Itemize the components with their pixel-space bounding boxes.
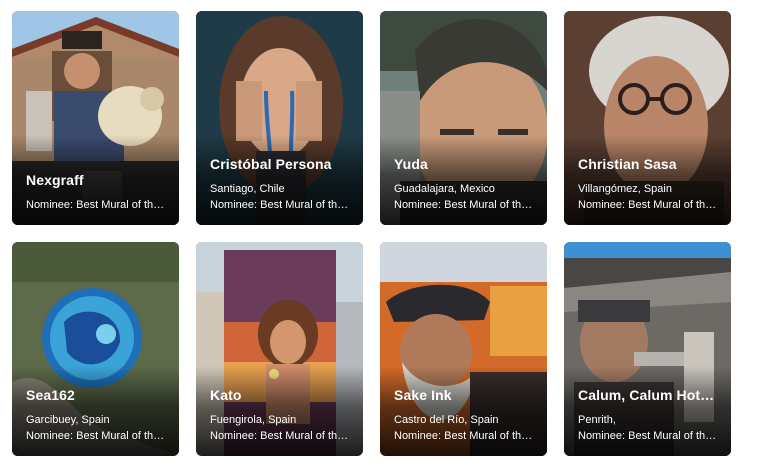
card-info: Calum, Calum Hotham Penrith, Nominee: Be…	[578, 387, 721, 444]
artist-name: Kato	[210, 387, 242, 403]
card-info: Sake Ink Castro del Río, Spain Nominee: …	[394, 387, 537, 444]
mural-card[interactable]: Sake Ink Castro del Río, Spain Nominee: …	[380, 242, 547, 456]
mural-location: Castro del Río, Spain	[394, 414, 499, 426]
mural-grid: Nexgraff Nominee: Best Mural of the Year…	[12, 11, 731, 456]
card-info: Cristóbal Persona Santiago, Chile Nomine…	[210, 156, 353, 213]
card-info: Sea162 Garcibuey, Spain Nominee: Best Mu…	[26, 387, 169, 444]
award-label: Nominee: Best Mural of the Year	[578, 199, 721, 211]
mural-location: Fuengirola, Spain	[210, 414, 297, 426]
artist-name: Christian Sasa	[578, 156, 677, 172]
award-label: Nominee: Best Mural of the Year	[210, 430, 353, 442]
artist-name: Calum, Calum Hotham	[578, 387, 721, 403]
mural-location: Villangómez, Spain	[578, 183, 672, 195]
artist-name: Cristóbal Persona	[210, 156, 332, 172]
artist-name: Yuda	[394, 156, 428, 172]
award-label: Nominee: Best Mural of the Year	[26, 199, 169, 211]
artist-name: Nexgraff	[26, 172, 84, 188]
mural-card[interactable]: Yuda Guadalajara, Mexico Nominee: Best M…	[380, 11, 547, 225]
mural-card[interactable]: Christian Sasa Villangómez, Spain Nomine…	[564, 11, 731, 225]
mural-location: Santiago, Chile	[210, 183, 285, 195]
mural-card[interactable]: Kato Fuengirola, Spain Nominee: Best Mur…	[196, 242, 363, 456]
card-info: Christian Sasa Villangómez, Spain Nomine…	[578, 156, 721, 213]
artist-name: Sake Ink	[394, 387, 452, 403]
card-info: Yuda Guadalajara, Mexico Nominee: Best M…	[394, 156, 537, 213]
artist-name: Sea162	[26, 387, 75, 403]
card-info: Kato Fuengirola, Spain Nominee: Best Mur…	[210, 387, 353, 444]
award-label: Nominee: Best Mural of the Year	[210, 199, 353, 211]
mural-card[interactable]: Sea162 Garcibuey, Spain Nominee: Best Mu…	[12, 242, 179, 456]
card-info: Nexgraff Nominee: Best Mural of the Year	[26, 172, 169, 213]
award-label: Nominee: Best Mural of the Year	[26, 430, 169, 442]
mural-location: Guadalajara, Mexico	[394, 183, 495, 195]
award-label: Nominee: Best Mural of the Year	[394, 430, 537, 442]
mural-location: Garcibuey, Spain	[26, 414, 110, 426]
mural-card[interactable]: Nexgraff Nominee: Best Mural of the Year	[12, 11, 179, 225]
mural-location: Penrith,	[578, 414, 616, 426]
award-label: Nominee: Best Mural of the Year	[578, 430, 721, 442]
mural-card[interactable]: Calum, Calum Hotham Penrith, Nominee: Be…	[564, 242, 731, 456]
award-label: Nominee: Best Mural of the Year	[394, 199, 537, 211]
mural-card[interactable]: Cristóbal Persona Santiago, Chile Nomine…	[196, 11, 363, 225]
